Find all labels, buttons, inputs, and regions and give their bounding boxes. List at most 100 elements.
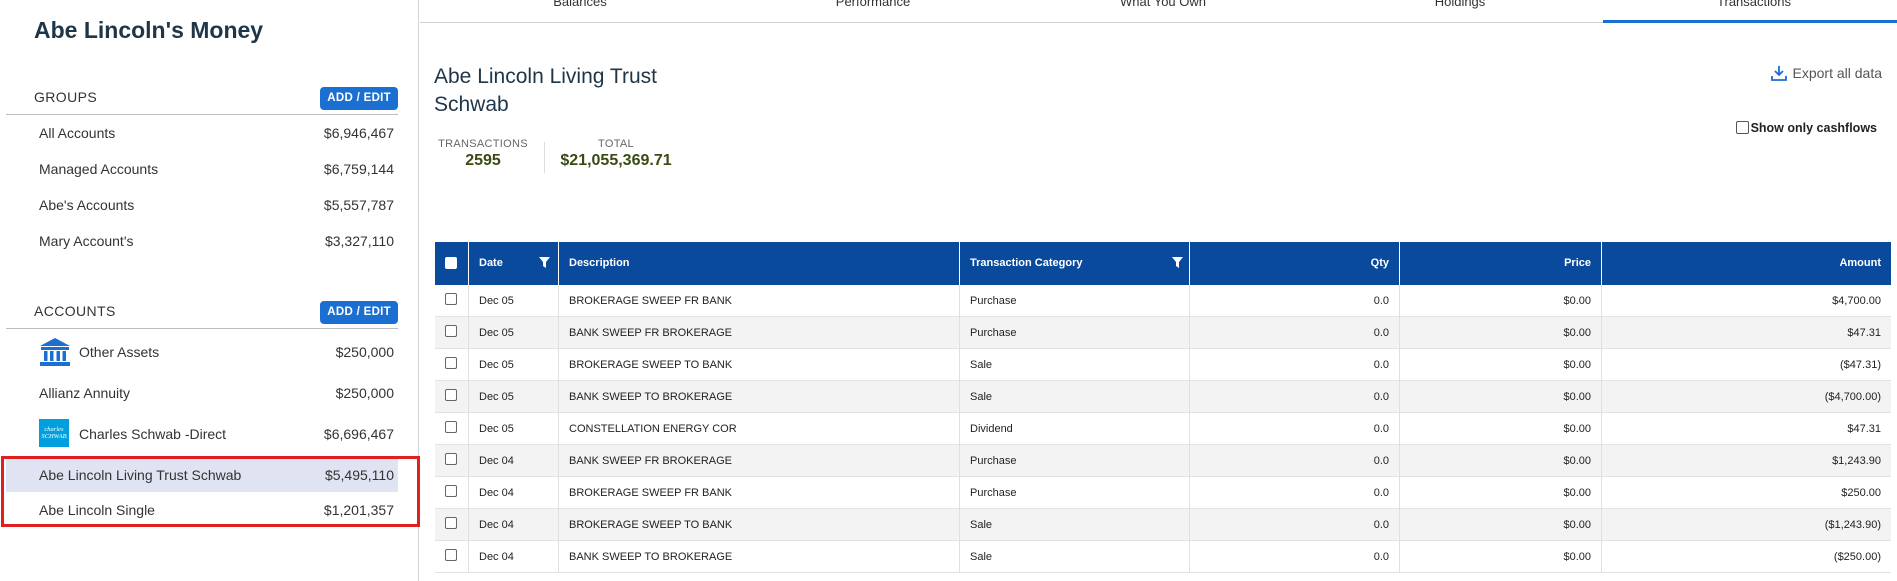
transactions-count: 2595 xyxy=(465,152,501,169)
row-checkbox[interactable] xyxy=(445,421,457,433)
description-cell: BROKERAGE SWEEP TO BANK xyxy=(558,509,959,541)
row-checkbox[interactable] xyxy=(445,389,457,401)
amount-cell: $250.00 xyxy=(1601,477,1891,509)
tab-what-you-own[interactable]: What You Own xyxy=(1063,0,1263,9)
date-cell: Dec 04 xyxy=(468,477,558,509)
tab-transactions[interactable]: Transactions xyxy=(1654,0,1854,9)
sidebar-group-mary-accounts[interactable]: Mary Account's $3,327,110 xyxy=(6,233,398,253)
row-select-cell xyxy=(435,509,468,541)
category-cell: Purchase xyxy=(959,317,1189,349)
sidebar-account-other-assets[interactable]: Other Assets $250,000 xyxy=(6,336,398,368)
column-transaction-category[interactable]: Transaction Category xyxy=(959,242,1189,285)
download-icon xyxy=(1770,66,1787,81)
amount-cell: $47.31 xyxy=(1601,317,1891,349)
row-checkbox[interactable] xyxy=(445,325,457,337)
groups-add-edit-button[interactable]: ADD / EDIT xyxy=(320,87,398,110)
price-cell: $0.00 xyxy=(1399,445,1601,477)
category-cell: Purchase xyxy=(959,285,1189,317)
price-cell: $0.00 xyxy=(1399,477,1601,509)
qty-cell: 0.0 xyxy=(1189,317,1399,349)
column-date[interactable]: Date xyxy=(468,242,558,285)
sidebar-account-charles-schwab-direct[interactable]: charles SCHWAB Charles Schwab -Direct $6… xyxy=(6,418,398,450)
date-filter-icon[interactable] xyxy=(539,257,550,268)
tab-holdings[interactable]: Holdings xyxy=(1360,0,1560,9)
qty-cell: 0.0 xyxy=(1189,349,1399,381)
select-all-checkbox[interactable] xyxy=(445,257,457,269)
description-cell: BANK SWEEP TO BROKERAGE xyxy=(558,381,959,413)
sidebar-group-all-accounts[interactable]: All Accounts $6,946,467 xyxy=(6,125,398,145)
amount-cell: ($250.00) xyxy=(1601,541,1891,573)
column-price[interactable]: Price xyxy=(1399,242,1601,285)
row-select-cell xyxy=(435,381,468,413)
row-select-cell xyxy=(435,477,468,509)
description-cell: BROKERAGE SWEEP FR BANK xyxy=(558,285,959,317)
column-amount[interactable]: Amount xyxy=(1601,242,1891,285)
account-name: Other Assets xyxy=(79,344,160,360)
category-cell: Sale xyxy=(959,509,1189,541)
row-select-cell xyxy=(435,317,468,349)
total-stat: TOTAL $21,055,369.71 xyxy=(556,138,676,170)
category-cell: Purchase xyxy=(959,445,1189,477)
total-value: $21,055,369.71 xyxy=(560,152,672,169)
sidebar-account-allianz-annuity[interactable]: Allianz Annuity $250,000 xyxy=(6,385,398,405)
qty-cell: 0.0 xyxy=(1189,509,1399,541)
tab-performance[interactable]: Performance xyxy=(773,0,973,9)
price-cell: $0.00 xyxy=(1399,509,1601,541)
amount-cell: ($4,700.00) xyxy=(1601,381,1891,413)
bank-icon xyxy=(39,337,71,370)
active-tab-indicator xyxy=(1603,20,1897,23)
row-checkbox[interactable] xyxy=(445,485,457,497)
description-cell: BROKERAGE SWEEP TO BANK xyxy=(558,349,959,381)
description-cell: CONSTELLATION ENERGY COR xyxy=(558,413,959,445)
group-value: $5,557,787 xyxy=(323,197,394,213)
column-description[interactable]: Description xyxy=(558,242,959,285)
price-cell: $0.00 xyxy=(1399,381,1601,413)
show-only-cashflows-toggle[interactable]: Show only cashflows xyxy=(1735,121,1877,135)
accounts-add-edit-button[interactable]: ADD / EDIT xyxy=(320,301,398,324)
table-row[interactable]: Dec 05 BROKERAGE SWEEP TO BANK Sale 0.0 $0.0… xyxy=(435,349,1891,381)
account-value: $6,696,467 xyxy=(323,426,394,442)
price-cell: $0.00 xyxy=(1399,541,1601,573)
select-all-cell xyxy=(435,242,468,285)
row-checkbox[interactable] xyxy=(445,293,457,305)
table-row[interactable]: Dec 04 BANK SWEEP TO BROKERAGE Sale 0.0 $0.0… xyxy=(435,541,1891,573)
table-row[interactable]: Dec 05 BROKERAGE SWEEP FR BANK Purchase 0.0… xyxy=(435,285,1891,317)
table-row[interactable]: Dec 04 BROKERAGE SWEEP TO BANK Sale 0.0 $0.0… xyxy=(435,509,1891,541)
table-row[interactable]: Dec 05 CONSTELLATION ENERGY COR Dividend 0.… xyxy=(435,413,1891,445)
row-checkbox[interactable] xyxy=(445,549,457,561)
qty-cell: 0.0 xyxy=(1189,445,1399,477)
group-value: $6,946,467 xyxy=(323,125,394,141)
table-row[interactable]: Dec 04 BANK SWEEP FR BROKERAGE Purchase 0.0… xyxy=(435,445,1891,477)
sidebar-group-managed-accounts[interactable]: Managed Accounts $6,759,144 xyxy=(6,161,398,181)
qty-cell: 0.0 xyxy=(1189,541,1399,573)
date-cell: Dec 04 xyxy=(468,541,558,573)
table-row[interactable]: Dec 05 BANK SWEEP FR BROKERAGE Purchase 0.0… xyxy=(435,317,1891,349)
column-qty[interactable]: Qty xyxy=(1189,242,1399,285)
row-checkbox[interactable] xyxy=(445,517,457,529)
row-select-cell xyxy=(435,541,468,573)
table-row[interactable]: Dec 05 BANK SWEEP TO BROKERAGE Sale 0.0 $0.0… xyxy=(435,381,1891,413)
price-cell: $0.00 xyxy=(1399,413,1601,445)
qty-cell: 0.0 xyxy=(1189,477,1399,509)
row-checkbox[interactable] xyxy=(445,357,457,369)
row-checkbox[interactable] xyxy=(445,453,457,465)
category-cell: Purchase xyxy=(959,477,1189,509)
tab-balances[interactable]: Balances xyxy=(480,0,680,9)
group-name: Abe's Accounts xyxy=(39,197,135,213)
transactions-stat: TRANSACTIONS 2595 xyxy=(437,138,529,170)
category-filter-icon[interactable] xyxy=(1172,257,1183,268)
table-row[interactable]: Dec 04 BROKERAGE SWEEP FR BANK Purchase 0.0… xyxy=(435,477,1891,509)
group-name: All Accounts xyxy=(39,125,116,141)
accounts-label: ACCOUNTS xyxy=(34,303,116,319)
price-cell: $0.00 xyxy=(1399,349,1601,381)
sidebar-group-abes-accounts[interactable]: Abe's Accounts $5,557,787 xyxy=(6,197,398,217)
category-cell: Sale xyxy=(959,541,1189,573)
amount-cell: $4,700.00 xyxy=(1601,285,1891,317)
page-title-line1: Abe Lincoln Living Trust xyxy=(434,65,657,88)
date-cell: Dec 04 xyxy=(468,445,558,477)
row-select-cell xyxy=(435,445,468,477)
export-all-data-link[interactable]: Export all data xyxy=(1770,65,1882,81)
date-cell: Dec 05 xyxy=(468,381,558,413)
cashflows-checkbox[interactable] xyxy=(1735,121,1749,134)
amount-cell: ($47.31) xyxy=(1601,349,1891,381)
